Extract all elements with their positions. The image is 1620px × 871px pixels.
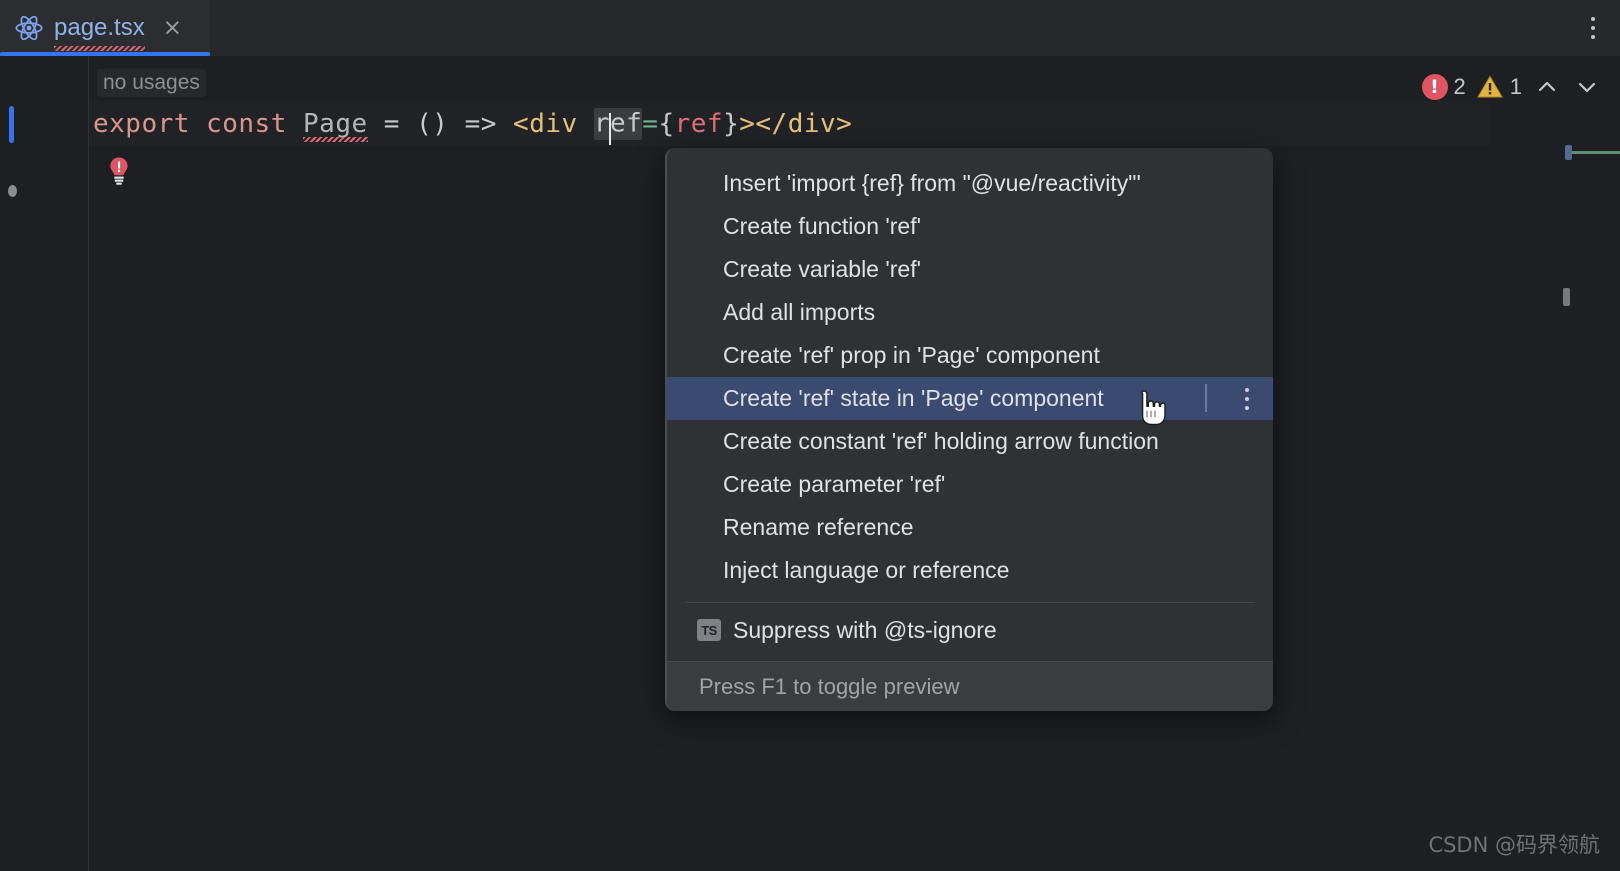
- warning-icon: [1476, 74, 1504, 100]
- menu-item[interactable]: Create parameter 'ref': [667, 463, 1273, 506]
- menu-item[interactable]: Inject language or reference: [667, 549, 1273, 592]
- menu-item[interactable]: Rename reference: [667, 506, 1273, 549]
- code-line-1[interactable]: export const Page = () => <div ref ={ref}…: [89, 101, 1489, 146]
- token-space-1: [190, 109, 206, 139]
- warning-count: 1: [1509, 74, 1522, 99]
- token-page-identifier: Page: [303, 108, 368, 142]
- token-div-open-tag: <div: [513, 108, 578, 139]
- react-icon: [14, 13, 44, 43]
- token-ref-attr-right: ef: [609, 108, 643, 138]
- close-icon[interactable]: ×: [163, 16, 182, 40]
- token-attr-equals: =: [642, 108, 659, 139]
- quick-fix-bulb-icon[interactable]: [105, 156, 133, 186]
- gutter-dot-marker[interactable]: [8, 185, 17, 197]
- caret-line-marker: [9, 106, 14, 143]
- scrollbar-marker-green: [1568, 151, 1620, 154]
- token-ref-unresolved: ref: [674, 108, 724, 139]
- menu-item-label: Create variable 'ref': [723, 256, 921, 282]
- token-space-2: [287, 109, 303, 139]
- quick-fix-popup[interactable]: Insert 'import {ref} from "@vue/reactivi…: [665, 148, 1273, 711]
- token-arrow: =>: [448, 108, 514, 139]
- error-icon: !: [1421, 74, 1448, 100]
- warning-status[interactable]: 1: [1476, 74, 1522, 100]
- scrollbar-marker-blue: [1565, 145, 1572, 160]
- menu-item[interactable]: Create 'ref' prop in 'Page' component: [667, 334, 1273, 377]
- menu-item[interactable]: Create variable 'ref': [667, 248, 1273, 291]
- chevron-down-icon[interactable]: [1572, 72, 1602, 102]
- token-ref-attr-left: r: [593, 108, 610, 138]
- menu-item[interactable]: Insert 'import {ref} from "@vue/reactivi…: [667, 162, 1273, 205]
- menu-item[interactable]: Add all imports: [667, 291, 1273, 334]
- watermark: CSDN @码界领航: [1428, 833, 1600, 857]
- inspection-status-bar: ! 2 1: [1421, 68, 1603, 106]
- usages-inlay-hint[interactable]: no usages: [97, 69, 206, 97]
- menu-divider: [685, 602, 1255, 603]
- editor-tab-bar: page.tsx ×: [0, 0, 1620, 57]
- menu-item-label: Add all imports: [723, 299, 876, 325]
- ide-window: page.tsx × no usages export const Page =…: [0, 0, 1620, 871]
- menu-item-label: Suppress with @ts-ignore: [733, 616, 997, 643]
- token-export: export: [93, 108, 190, 139]
- editor-tab-label: page.tsx: [54, 14, 145, 51]
- menu-item[interactable]: Create constant 'ref' holding arrow func…: [667, 420, 1273, 463]
- editor-tab-page-tsx[interactable]: page.tsx ×: [0, 0, 210, 56]
- token-const: const: [206, 108, 287, 139]
- menu-item-label: Inject language or reference: [723, 557, 1010, 583]
- token-ref-attribute: ref: [593, 107, 643, 145]
- menu-item-label: Rename reference: [723, 514, 914, 540]
- popup-footer-hint: Press F1 to toggle preview: [667, 661, 1273, 711]
- token-equals-1: =: [367, 108, 417, 139]
- menu-item[interactable]: Create function 'ref': [667, 205, 1273, 248]
- menu-item-more-options-icon[interactable]: [1245, 387, 1249, 410]
- text-caret: [608, 112, 611, 145]
- editor-gutter[interactable]: [0, 56, 89, 871]
- error-status[interactable]: ! 2: [1421, 74, 1466, 100]
- menu-item-label: Create constant 'ref' holding arrow func…: [723, 428, 1159, 454]
- inlay-hint-row: no usages: [89, 66, 206, 100]
- menu-item-label: Create parameter 'ref': [723, 471, 946, 497]
- more-options-icon[interactable]: [1580, 12, 1606, 44]
- chevron-up-icon[interactable]: [1532, 72, 1562, 102]
- token-tag-gt: >: [739, 108, 756, 139]
- token-parens: (): [416, 108, 449, 139]
- popup-footer-label: Press F1 to toggle preview: [699, 673, 960, 699]
- menu-item-label: Create function 'ref': [723, 213, 921, 239]
- token-brace-close: }: [723, 108, 740, 139]
- menu-item-separator: [1205, 384, 1207, 412]
- menu-item-label: Create 'ref' prop in 'Page' component: [723, 342, 1100, 368]
- menu-item-suppress[interactable]: TS Suppress with @ts-ignore: [667, 607, 1273, 653]
- menu-item-selected[interactable]: Create 'ref' state in 'Page' component: [667, 377, 1273, 420]
- token-div-close-tag: </div>: [755, 108, 853, 139]
- menu-item-label: Create 'ref' state in 'Page' component: [723, 385, 1104, 411]
- scrollbar-marker-grey: [1563, 288, 1570, 306]
- menu-item-label: Insert 'import {ref} from "@vue/reactivi…: [723, 170, 1141, 196]
- token-brace-open: {: [658, 108, 675, 139]
- token-space-3: [578, 109, 594, 139]
- error-count: 2: [1453, 74, 1466, 99]
- typescript-icon: TS: [697, 619, 721, 641]
